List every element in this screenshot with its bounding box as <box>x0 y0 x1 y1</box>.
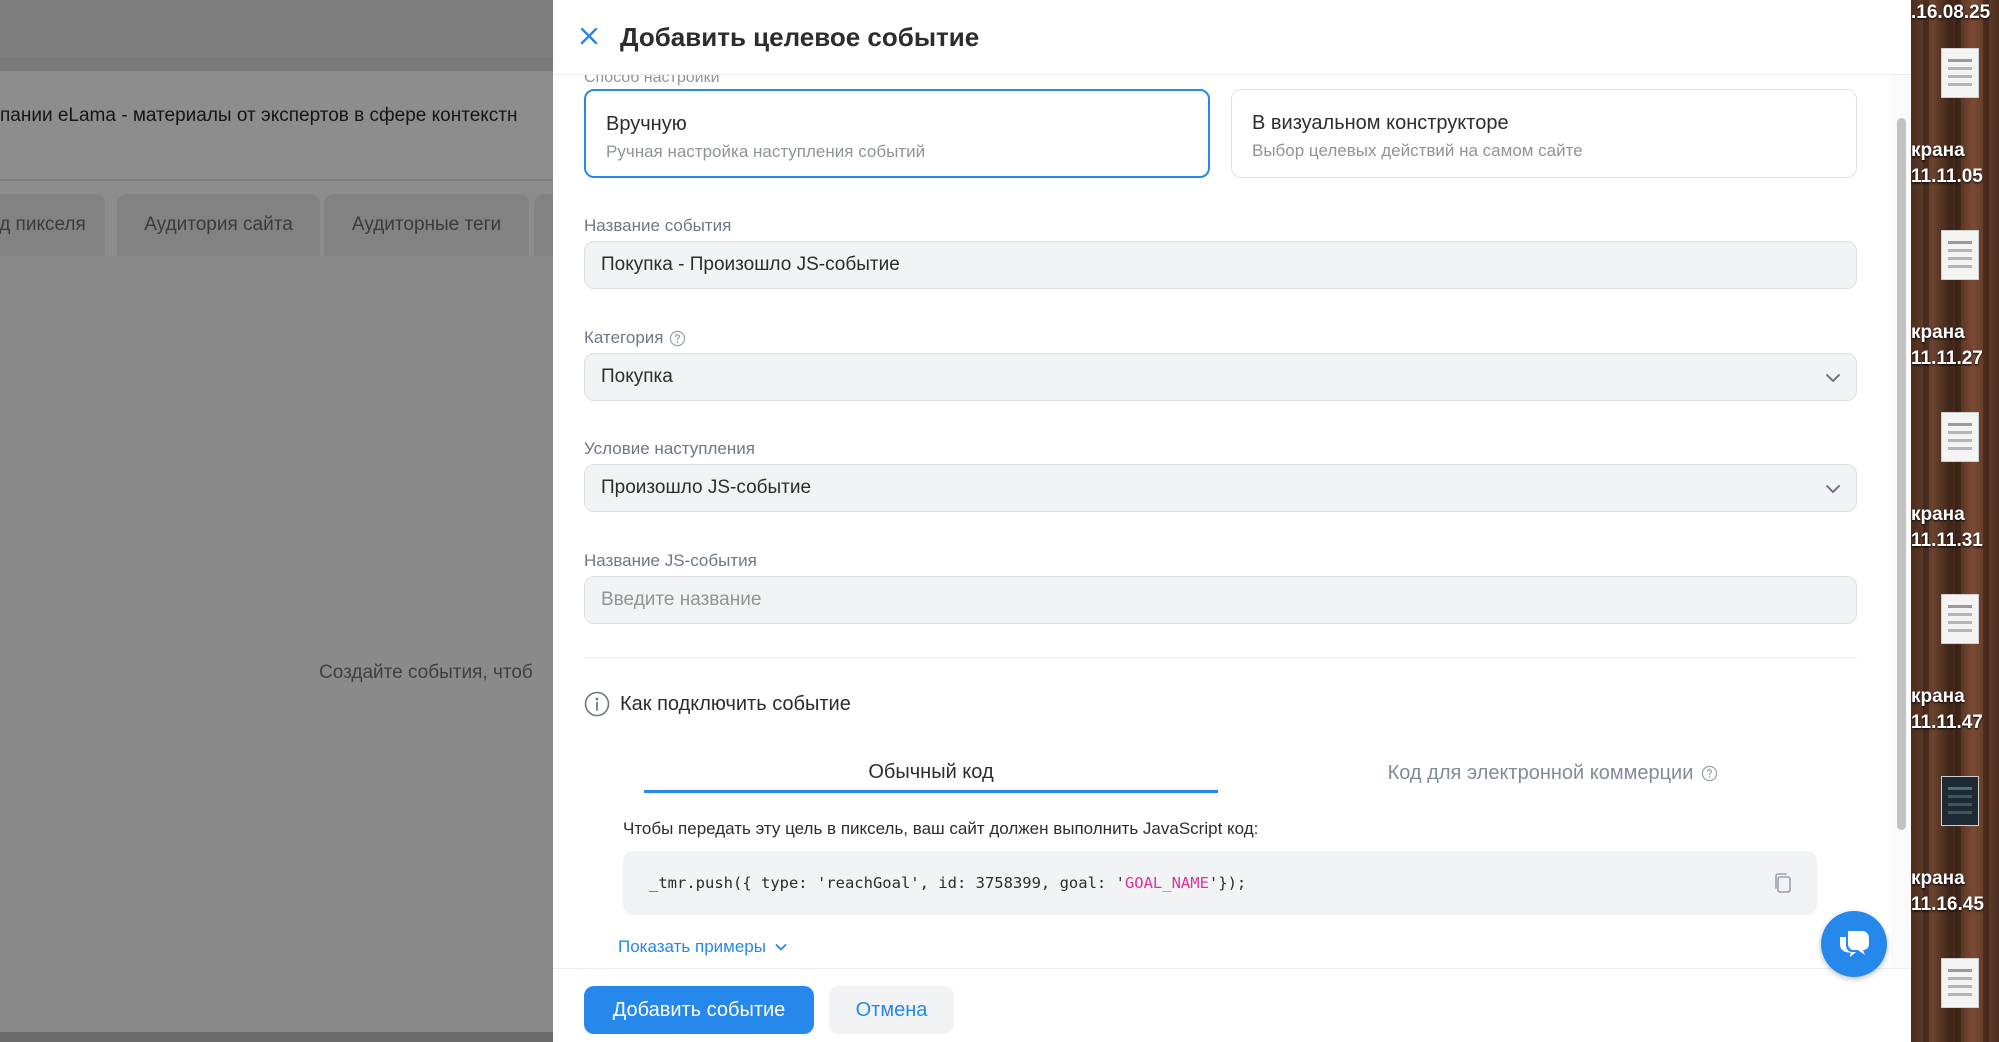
tab-regular-code[interactable]: Обычный код <box>644 755 1218 793</box>
howto-title: Как подключить событие <box>620 692 851 715</box>
background-project-title: пании eLama - материалы от экспертов в с… <box>0 105 518 126</box>
event-name-label: Название события <box>584 216 731 236</box>
background-tab-site-audience[interactable]: Аудитория сайта <box>117 194 320 256</box>
chevron-down-icon <box>1826 485 1840 493</box>
js-event-name-input[interactable] <box>601 589 1840 611</box>
chat-icon <box>1840 931 1869 957</box>
background-tab-more[interactable] <box>534 194 553 256</box>
js-event-name-field[interactable] <box>584 576 1857 624</box>
background-divider <box>0 57 553 71</box>
event-name-field[interactable]: Покупка - Произошло JS-событие <box>584 241 1857 289</box>
code-instruction: Чтобы передать эту цель в пиксель, ваш с… <box>623 819 1259 838</box>
desktop-file-thumbnail[interactable] <box>1941 48 1979 98</box>
mode-manual-card[interactable]: Вручную Ручная настройка наступления соб… <box>584 89 1210 178</box>
modal-header: Добавить целевое событие <box>553 0 1911 75</box>
close-icon[interactable] <box>577 24 601 48</box>
mode-manual-title: Вручную <box>606 113 687 135</box>
modal-title: Добавить целевое событие <box>620 22 980 52</box>
background-tab-audience-tags[interactable]: Аудиторные теги <box>324 194 529 256</box>
background-content <box>0 256 553 1042</box>
mode-visual-card[interactable]: В визуальном конструкторе Выбор целевых … <box>1231 89 1857 178</box>
setup-method-label: Способ настройки <box>584 75 720 86</box>
background-topbar <box>0 0 553 57</box>
background-bottom-bar <box>0 1032 553 1042</box>
help-icon[interactable] <box>1701 765 1718 782</box>
show-examples-link[interactable]: Показать примеры <box>618 937 788 957</box>
desktop-file-label: крана 11.11.47 <box>1911 686 1983 733</box>
desktop-file-thumbnail[interactable] <box>1941 958 1979 1008</box>
category-label-text: Категория <box>584 328 664 347</box>
add-event-modal: Добавить целевое событие Способ настройк… <box>553 0 1911 1042</box>
mode-visual-subtitle: Выбор целевых действий на самом сайте <box>1252 141 1583 160</box>
modal-footer: Добавить событие Отмена <box>553 968 1911 1042</box>
info-icon <box>584 691 610 717</box>
support-chat-button[interactable] <box>1821 911 1887 977</box>
code-snippet[interactable]: _tmr.push({ type: 'reachGoal', id: 37583… <box>623 851 1817 915</box>
howto-header: Как подключить событие <box>584 691 851 717</box>
cancel-button[interactable]: Отмена <box>829 986 954 1034</box>
tab-regular-code-label: Обычный код <box>868 761 994 783</box>
desktop-file-label: крана 11.16.45 <box>1911 868 1984 915</box>
category-value: Покупка <box>601 366 673 387</box>
tab-ecommerce-code[interactable]: Код для электронной коммерции <box>1273 755 1833 793</box>
condition-value: Произошло JS-событие <box>601 477 812 498</box>
section-divider <box>584 657 1857 658</box>
add-event-button[interactable]: Добавить событие <box>584 986 814 1034</box>
desktop-file-thumbnail[interactable] <box>1941 776 1979 826</box>
desktop-file-thumbnail[interactable] <box>1941 230 1979 280</box>
modal-scroll-body[interactable]: Способ настройки Вручную Ручная настройк… <box>553 75 1911 968</box>
chevron-down-icon <box>1826 374 1840 382</box>
condition-label: Условие наступления <box>584 439 755 459</box>
show-examples-label: Показать примеры <box>618 937 766 956</box>
event-name-value: Покупка - Произошло JS-событие <box>601 254 900 275</box>
background-tab-pixel-code[interactable]: д пикселя <box>0 194 105 256</box>
code-snippet-goal: GOAL_NAME <box>1124 874 1209 892</box>
condition-select[interactable]: Произошло JS-событие <box>584 464 1857 512</box>
desktop-background: .16.08.25 крана 11.11.05 крана 11.11.27 кр… <box>1911 0 1999 1042</box>
desktop-file-label: крана 11.11.27 <box>1911 322 1983 369</box>
background-empty-hint: Создайте события, чтоб <box>319 662 533 683</box>
desktop-file-label: .16.08.25 <box>1911 2 1991 23</box>
category-label: Категория <box>584 328 686 348</box>
mode-manual-subtitle: Ручная настройка наступления событий <box>606 142 926 161</box>
background-page: пании eLama - материалы от экспертов в с… <box>0 0 553 1042</box>
copy-icon[interactable] <box>1771 871 1795 895</box>
desktop-file-label: крана 11.11.31 <box>1911 504 1983 551</box>
category-select[interactable]: Покупка <box>584 353 1857 401</box>
js-event-name-label-text: Название JS-события <box>584 551 757 570</box>
desktop-file-thumbnail[interactable] <box>1941 412 1979 462</box>
scrollbar-thumb[interactable] <box>1897 118 1906 830</box>
code-snippet-prefix: _tmr.push({ type: 'reachGoal', id: 37583… <box>649 874 1125 892</box>
tab-ecommerce-code-label: Код для электронной коммерции <box>1387 762 1694 784</box>
chevron-down-icon <box>775 944 787 951</box>
event-name-label-text: Название события <box>584 216 732 235</box>
js-event-name-label: Название JS-события <box>584 551 757 571</box>
code-snippet-suffix: '}); <box>1208 874 1247 892</box>
desktop-file-label: крана 11.11.05 <box>1911 140 1983 187</box>
desktop-file-thumbnail[interactable] <box>1941 594 1979 644</box>
help-icon[interactable] <box>669 330 686 347</box>
mode-visual-title: В визуальном конструкторе <box>1252 112 1509 134</box>
condition-label-text: Условие наступления <box>584 439 755 458</box>
